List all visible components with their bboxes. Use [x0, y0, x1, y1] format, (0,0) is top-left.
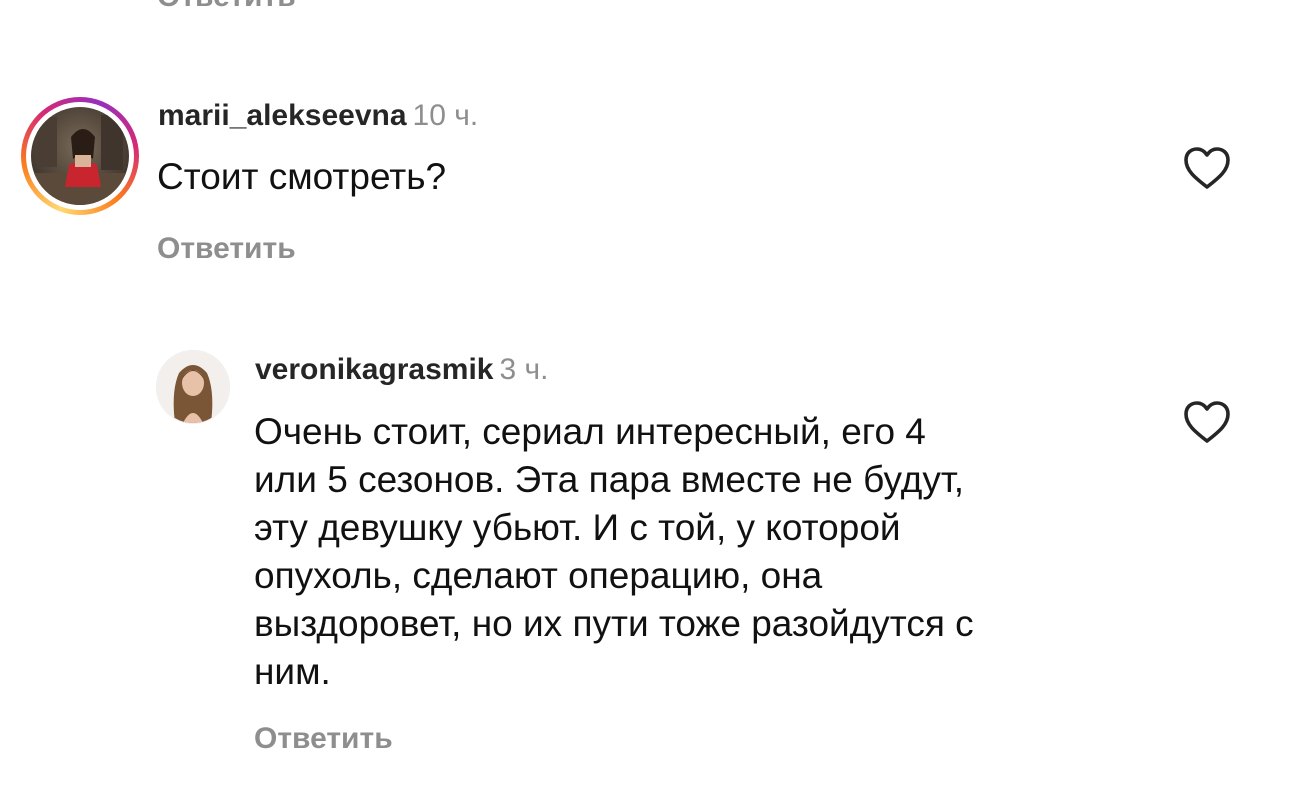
- comment-text: Стоит смотреть?: [157, 156, 447, 197]
- comment-text-line: Очень стоит, сериал интересный, его 4: [254, 411, 926, 452]
- reply-button[interactable]: Ответить: [157, 232, 296, 266]
- comment-text-line: эту девушку убьют. И с той, у которой: [254, 507, 901, 548]
- heart-outline-icon[interactable]: [1182, 399, 1232, 445]
- comment-username[interactable]: marii_alekseevna: [158, 99, 407, 132]
- avatar[interactable]: [156, 350, 230, 424]
- avatar: [31, 107, 129, 205]
- comment-header: marii_alekseevna 10 ч.: [158, 99, 478, 133]
- comment-timestamp: 10 ч.: [412, 99, 479, 132]
- reply-button[interactable]: Ответить: [254, 722, 393, 756]
- comment-username[interactable]: veronikagrasmik: [255, 353, 493, 386]
- comment-2: veronikagrasmik 3 ч. Очень стоит, сериал …: [0, 300, 1290, 791]
- comment-text: Очень стоит, сериал интересный, его 4 ил…: [254, 408, 1154, 696]
- heart-outline-icon[interactable]: [1182, 145, 1232, 191]
- avatar-story-ring[interactable]: [21, 97, 139, 215]
- comment-text-line: или 5 сезонов. Эта пара вместе не будут,: [254, 459, 965, 500]
- comment-header: veronikagrasmik 3 ч.: [255, 353, 548, 387]
- comment-1: marii_alekseevna 10 ч. Стоит смотреть? От…: [0, 0, 1290, 300]
- comment-timestamp: 3 ч.: [499, 353, 549, 386]
- comment-text-line: выздоровет, но их пути тоже разойдутся с: [254, 603, 974, 644]
- comment-text-line: опухоль, сделают операцию, она: [254, 555, 823, 596]
- comment-text-line: ним.: [254, 651, 331, 692]
